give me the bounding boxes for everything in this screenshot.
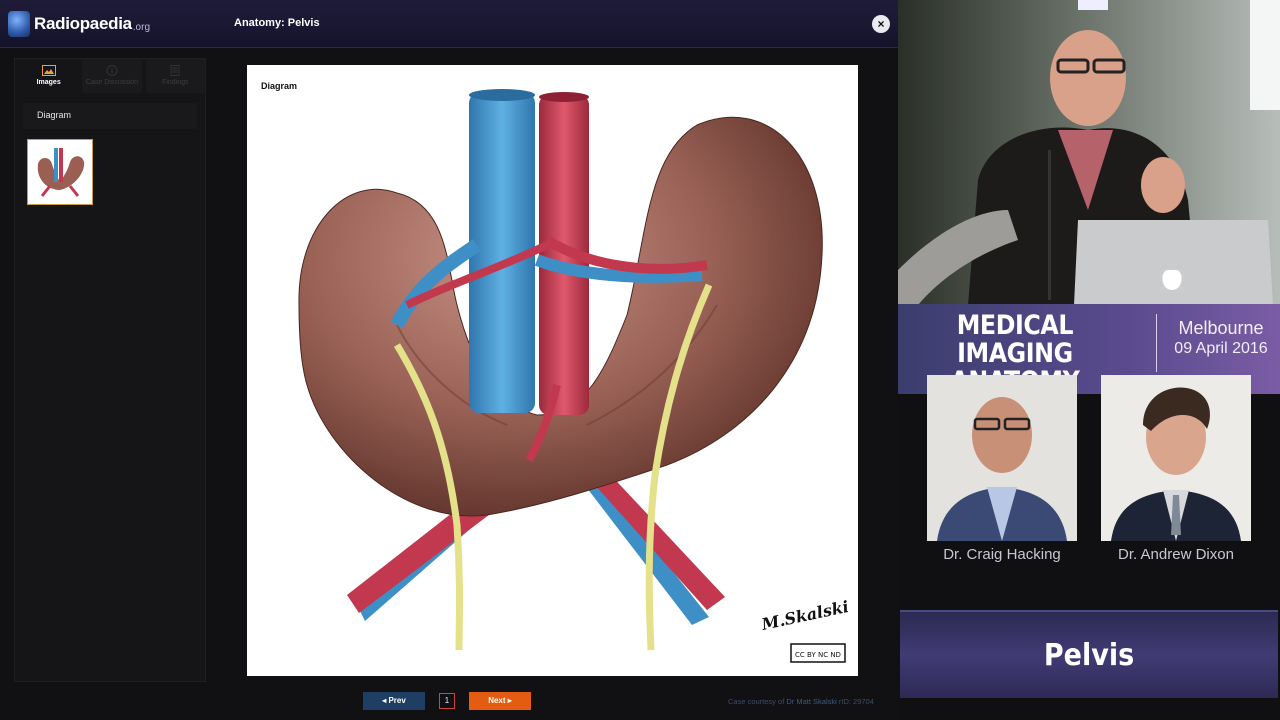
viewer-sidebar: Images Case Discussion Findings Diagram (14, 58, 206, 682)
logo-tld: .org (132, 21, 151, 33)
close-button[interactable]: × (872, 15, 890, 33)
viewer-header: Radiopaedia .org Anatomy: Pelvis × (0, 0, 898, 48)
courtesy-prefix: Case courtesy of (728, 697, 787, 706)
tab-findings[interactable]: Findings (145, 59, 205, 93)
pagination: ◂ Prev 1 Next ▸ (363, 692, 531, 710)
courtesy-author-link[interactable]: Dr Matt Skalski (786, 697, 836, 706)
main-image[interactable]: M.Skalski CC BY NC ND Diagram (247, 65, 858, 676)
prev-button[interactable]: ◂ Prev (363, 692, 425, 710)
radiopaedia-logo[interactable]: Radiopaedia .org (8, 9, 150, 39)
case-courtesy: Case courtesy of Dr Matt Skalski rID: 29… (728, 697, 874, 706)
cc-license-text: CC BY NC ND (795, 651, 841, 659)
info-icon (106, 65, 118, 76)
speaker-photo (1101, 375, 1251, 541)
speaker-photo (927, 375, 1077, 541)
image-thumbnail[interactable] (27, 139, 93, 205)
image-series-row[interactable]: Diagram (23, 103, 197, 129)
case-viewer: Radiopaedia .org Anatomy: Pelvis × Image… (0, 0, 898, 720)
conference-city: Melbourne (1178, 318, 1264, 338)
topic-banner: Pelvis (900, 610, 1278, 698)
presenter-video-frame (898, 0, 1280, 305)
courtesy-suffix: rID: 29704 (836, 697, 874, 706)
tab-case-discussion[interactable]: Case Discussion (82, 59, 142, 93)
speaker-portrait (1101, 375, 1251, 541)
speaker-name: Dr. Andrew Dixon (1118, 546, 1234, 563)
brain-logo-icon (8, 11, 30, 37)
logo-wordmark: Radiopaedia (34, 14, 132, 33)
image-label: Diagram (261, 81, 298, 91)
artist-signature: M.Skalski (759, 597, 851, 634)
image-icon (41, 65, 56, 76)
pelvis-anatomy-illustration: M.Skalski CC BY NC ND (298, 89, 851, 663)
sidebar-tabs: Images Case Discussion Findings (15, 59, 205, 93)
tab-case-discussion-label: Case Discussion (85, 79, 139, 86)
next-button[interactable]: Next ▸ (469, 692, 531, 710)
conference-date: 09 April 2016 (1174, 340, 1268, 357)
speaker-portrait (927, 375, 1077, 541)
presenter-video (898, 0, 1280, 305)
presenter-panel: MEDICAL IMAGING ANATOMY Melbourne 09 Apr… (898, 0, 1280, 720)
speaker-name: Dr. Craig Hacking (943, 546, 1061, 563)
page-number[interactable]: 1 (439, 693, 455, 709)
tab-images[interactable]: Images (19, 59, 79, 93)
document-icon (170, 65, 180, 76)
tab-images-label: Images (36, 79, 61, 86)
app-root: Radiopaedia .org Anatomy: Pelvis × Image… (0, 0, 1280, 720)
viewer-title: Anatomy: Pelvis (234, 17, 320, 29)
tab-findings-label: Findings (162, 79, 189, 86)
pelvis-diagram-thumbnail (30, 142, 90, 202)
banner-divider (1156, 314, 1157, 372)
topic-title: Pelvis (1043, 638, 1135, 673)
conference-title-line1: MEDICAL IMAGING (956, 310, 1074, 369)
